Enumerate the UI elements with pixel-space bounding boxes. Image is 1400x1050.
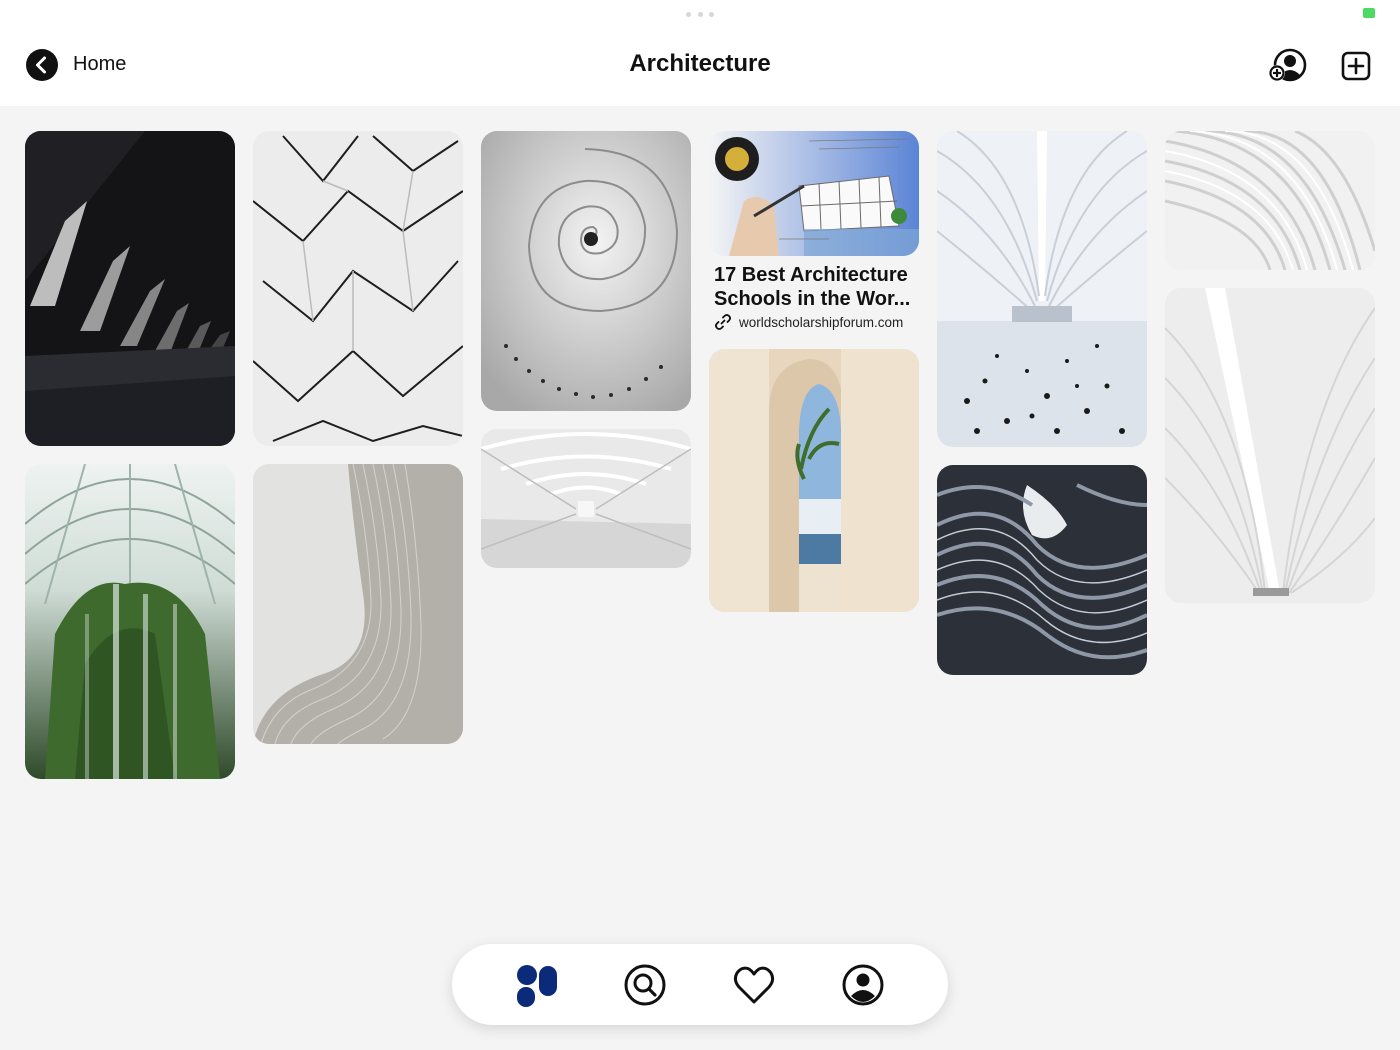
pin-image[interactable]: [253, 464, 463, 744]
profile-icon: [842, 964, 884, 1006]
triangular-ceiling-image: [253, 131, 463, 446]
multitask-dots[interactable]: [686, 12, 714, 18]
twisted-atrium-image: [937, 465, 1147, 675]
pin-image[interactable]: [1165, 288, 1375, 603]
white-ribs-image: [1165, 131, 1375, 270]
back-button[interactable]: [26, 49, 58, 81]
tab-profile[interactable]: [840, 962, 886, 1008]
heart-icon: [733, 966, 775, 1004]
oculus-hall-image: [937, 131, 1147, 447]
pin-image[interactable]: [25, 464, 235, 779]
spiral-staircase-image: [481, 131, 691, 411]
curved-building-image: [253, 464, 463, 744]
tab-search[interactable]: [622, 962, 668, 1008]
page-title: Architecture: [629, 50, 771, 77]
pin-source-link[interactable]: worldscholarshipforum.com: [714, 313, 903, 331]
white-arched-hall-image: [1165, 288, 1375, 603]
arch-seaview-image: [709, 349, 919, 612]
pins-icon: [517, 965, 557, 1007]
chevron-left-icon: [36, 56, 46, 74]
pin-image[interactable]: [481, 131, 691, 411]
search-icon: [624, 964, 666, 1006]
white-corridor-image: [481, 429, 691, 568]
pin-image[interactable]: [25, 131, 235, 446]
plus-square-icon: [1341, 51, 1371, 81]
pin-image[interactable]: [937, 131, 1147, 447]
pin-source-url[interactable]: worldscholarshipforum.com: [739, 315, 903, 330]
tab-favorites[interactable]: [731, 962, 777, 1008]
pin-image[interactable]: [709, 349, 919, 612]
pin-image[interactable]: [253, 131, 463, 446]
battery-icon: [1363, 8, 1375, 18]
add-collaborator-icon: [1269, 48, 1307, 82]
add-collaborator-button[interactable]: [1268, 48, 1308, 84]
link-icon: [715, 314, 731, 330]
architecture-sketch-image: [709, 131, 919, 256]
pin-title[interactable]: 17 Best Architecture: [714, 263, 919, 287]
dark-colonnade-image: [25, 131, 235, 446]
pin-title[interactable]: Schools in the Wor...: [714, 287, 919, 311]
tab-home[interactable]: [514, 962, 560, 1008]
greenhouse-waterfall-image: [25, 464, 235, 779]
pin-image[interactable]: [709, 131, 919, 256]
tab-bar: [452, 944, 948, 1025]
pin-image[interactable]: [937, 465, 1147, 675]
add-pin-button[interactable]: [1340, 50, 1372, 82]
pin-image[interactable]: [481, 429, 691, 568]
back-label[interactable]: Home: [73, 53, 126, 76]
pin-image[interactable]: [1165, 131, 1375, 270]
top-bar: Home Architecture: [0, 0, 1400, 106]
